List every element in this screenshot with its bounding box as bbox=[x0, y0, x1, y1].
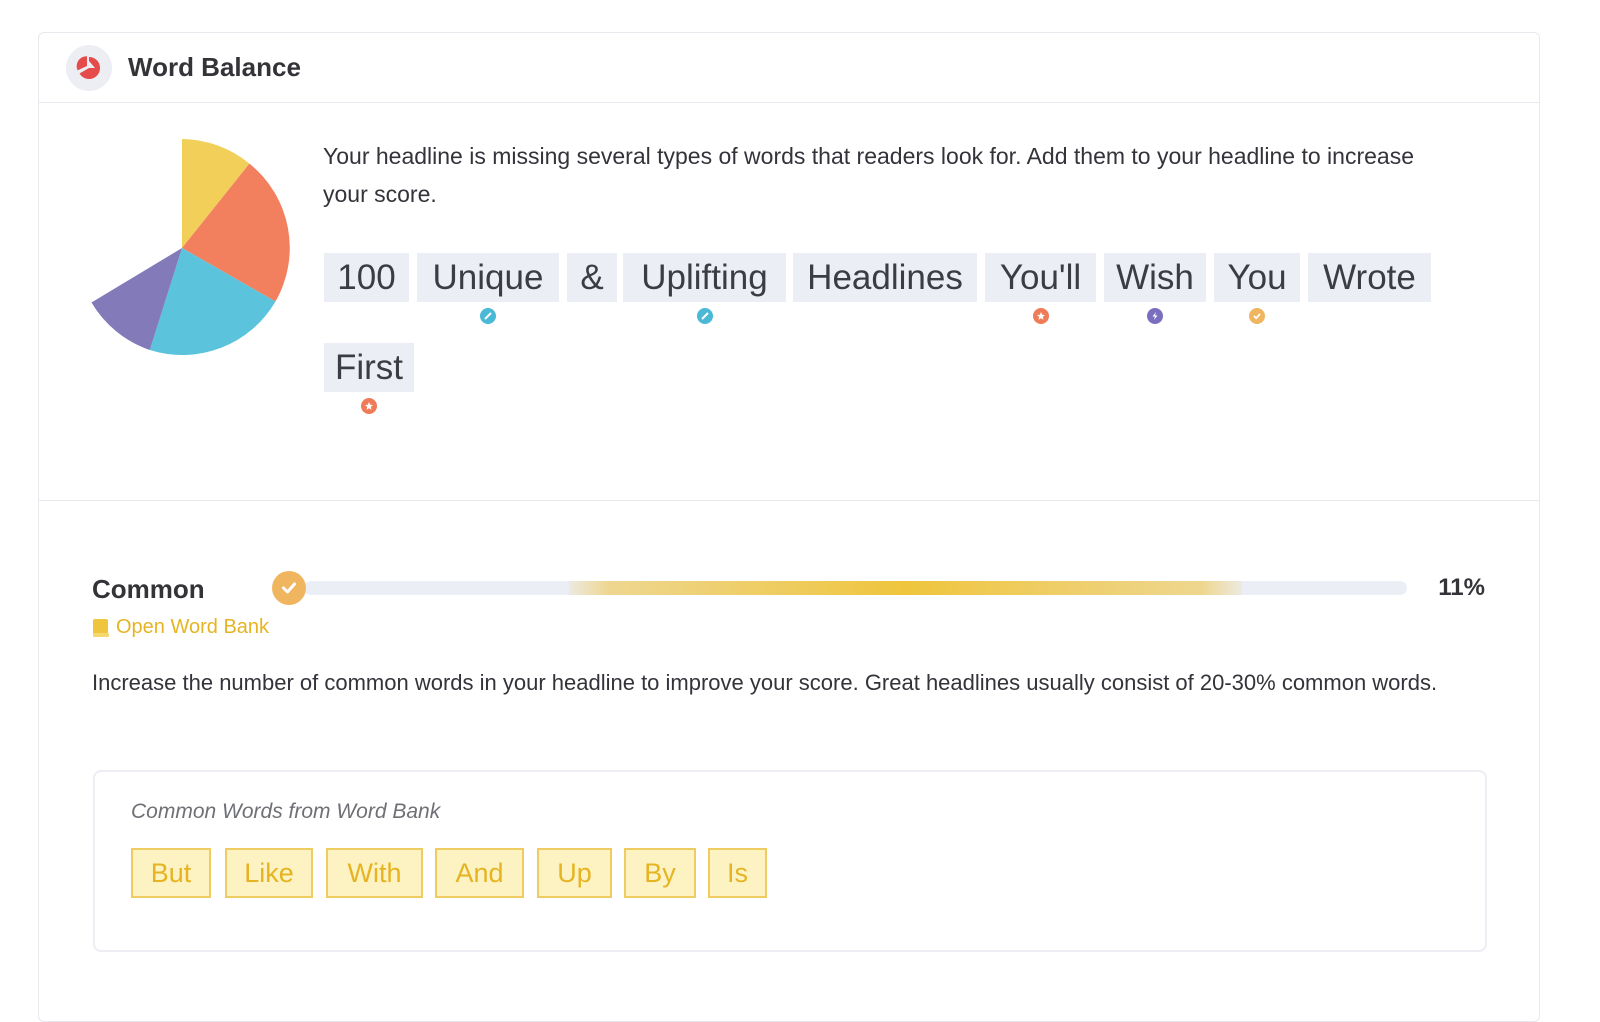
headline-word[interactable]: & bbox=[567, 253, 617, 302]
headline-analysis: Your headline is missing several types o… bbox=[39, 103, 1539, 501]
headline-word[interactable]: Unique bbox=[417, 253, 559, 324]
star-marker-icon bbox=[361, 398, 377, 414]
common-label: Common bbox=[92, 574, 205, 604]
open-word-bank-label: Open Word Bank bbox=[116, 616, 270, 638]
headline-word[interactable]: Headlines bbox=[793, 253, 977, 302]
bolt-marker-icon bbox=[1147, 308, 1163, 324]
common-percent: 11% bbox=[1438, 574, 1485, 601]
word-text: Headlines bbox=[807, 258, 963, 297]
headline-word[interactable]: You bbox=[1214, 253, 1300, 324]
headline-word[interactable]: You'll bbox=[985, 253, 1096, 324]
common-progress-bar bbox=[304, 581, 1407, 595]
word-text: You'll bbox=[999, 258, 1082, 297]
word-balance-card: Word Balance Your headline is missing se… bbox=[38, 32, 1540, 1022]
uncommon-marker-icon bbox=[696, 308, 713, 324]
common-words-section: Common 11% Open Word Bank Increase the n… bbox=[39, 501, 1539, 1021]
word-text: 100 bbox=[337, 258, 396, 297]
word-bank-chip[interactable]: Is bbox=[708, 848, 767, 898]
headline-word[interactable]: Wish bbox=[1104, 253, 1206, 324]
intro-text: Your headline is missing several types o… bbox=[323, 143, 1414, 207]
open-word-bank-link[interactable]: Open Word Bank bbox=[92, 616, 269, 639]
word-bank-title: Common Words from Word Bank bbox=[131, 800, 441, 823]
headline-word[interactable]: 100 bbox=[324, 253, 409, 302]
word-bank-chip[interactable]: Up bbox=[537, 848, 612, 898]
headline-word[interactable]: Uplifting bbox=[623, 253, 786, 324]
common-progress-fill bbox=[568, 581, 1243, 595]
star-marker-icon bbox=[1032, 308, 1049, 324]
pie-chart-icon bbox=[66, 44, 112, 91]
word-text: Wrote bbox=[1323, 258, 1416, 297]
word-text: Unique bbox=[432, 258, 544, 297]
word-bank-chip[interactable]: But bbox=[131, 848, 211, 898]
word-text: You bbox=[1227, 258, 1287, 297]
word-balance-pie-chart bbox=[91, 139, 290, 355]
card-title: Word Balance bbox=[128, 52, 301, 82]
book-icon bbox=[93, 618, 109, 637]
word-bank-chip[interactable]: And bbox=[435, 848, 524, 898]
word-text: First bbox=[334, 348, 404, 387]
check-marker-icon bbox=[1249, 308, 1265, 324]
word-bank-chip[interactable]: By bbox=[624, 848, 696, 898]
card-header: Word Balance bbox=[39, 33, 1539, 103]
uncommon-marker-icon bbox=[480, 308, 496, 324]
word-text: Wish bbox=[1116, 258, 1194, 297]
word-bank-chip[interactable]: Like bbox=[225, 848, 313, 898]
word-text: & bbox=[580, 258, 604, 297]
common-description: Increase the number of common words in y… bbox=[92, 670, 1438, 695]
headline-word[interactable]: Wrote bbox=[1308, 253, 1431, 302]
word-bank-chip[interactable]: With bbox=[326, 848, 423, 898]
word-text: Uplifting bbox=[641, 258, 768, 297]
headline-word[interactable]: First bbox=[324, 343, 414, 414]
word-bank-box: Common Words from Word Bank But Like Wit… bbox=[93, 770, 1487, 952]
check-icon bbox=[272, 571, 306, 605]
